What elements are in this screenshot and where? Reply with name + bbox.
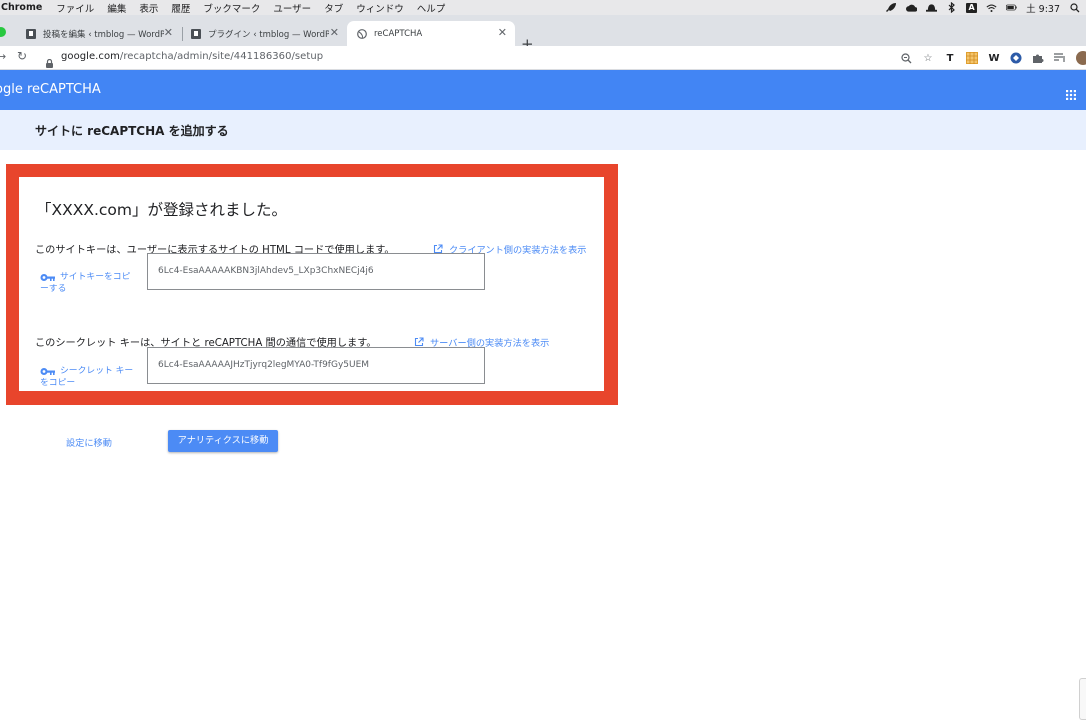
tab-plugins[interactable]: プラグイン ‹ tmblog — WordPre ✕ bbox=[181, 21, 347, 46]
back-arrow-icon[interactable]: → bbox=[0, 50, 6, 63]
tab-title: プラグイン ‹ tmblog — WordPre bbox=[208, 29, 329, 40]
rocket-icon[interactable] bbox=[886, 2, 897, 13]
keys-card: 「XXXX.com」が登録されました。 このサイトキーは、ユーザーに表示するサイ… bbox=[19, 177, 604, 391]
tab-title: reCAPTCHA bbox=[374, 28, 423, 39]
browser-toolbar: → ↻ google.com/recaptcha/admin/site/4411… bbox=[0, 46, 1086, 70]
spotlight-search-icon[interactable] bbox=[1069, 2, 1080, 13]
battery-icon[interactable] bbox=[1006, 2, 1017, 13]
copy-secret-key-button[interactable]: シークレット キー をコピー bbox=[40, 365, 140, 389]
reading-list-icon[interactable] bbox=[1054, 52, 1066, 64]
tab-recaptcha[interactable]: reCAPTCHA ✕ bbox=[347, 21, 515, 46]
menu-help[interactable]: ヘルプ bbox=[417, 1, 446, 15]
copy-secret-key-label-line2: をコピー bbox=[40, 378, 76, 388]
tab-edit-post[interactable]: 投稿を編集 ‹ tmblog — WordPre ✕ bbox=[16, 21, 181, 46]
secret-key-field[interactable]: 6Lc4-EsaAAAAAJHzTjyrq2legMYA0-Tf9fGy5UEM bbox=[147, 347, 485, 384]
extension-shield-icon[interactable] bbox=[1010, 52, 1022, 64]
menu-clock[interactable]: 土 9:37 bbox=[1026, 1, 1060, 15]
wifi-icon[interactable] bbox=[986, 2, 997, 13]
profile-avatar[interactable] bbox=[1076, 51, 1086, 65]
go-to-settings-button[interactable]: 設定に移動 bbox=[66, 435, 112, 449]
tab-title: 投稿を編集 ‹ tmblog — WordPre bbox=[43, 29, 164, 40]
toolbar-actions: ☆ T W bbox=[900, 49, 1086, 67]
globe-favicon-icon bbox=[357, 28, 367, 39]
recaptcha-logo[interactable]: ogle reCAPTCHA bbox=[0, 82, 101, 97]
wordpress-favicon-icon bbox=[26, 28, 36, 39]
extension-t-icon[interactable]: T bbox=[944, 52, 956, 64]
reload-icon[interactable]: ↻ bbox=[17, 49, 27, 63]
extension-w-icon[interactable]: W bbox=[988, 52, 1000, 64]
site-key-field[interactable]: 6Lc4-EsaAAAAAKBN3jlAhdev5_LXp3ChxNECj4j6 bbox=[147, 253, 485, 290]
key-icon bbox=[40, 274, 55, 281]
menu-people[interactable]: ユーザー bbox=[273, 1, 311, 15]
recaptcha-header: ogle reCAPTCHA bbox=[0, 70, 1086, 110]
menu-window[interactable]: ウィンドウ bbox=[356, 1, 404, 15]
input-method-icon[interactable]: A bbox=[966, 2, 978, 13]
open-in-new-icon bbox=[414, 337, 424, 347]
mac-menu-bar: Chrome ファイル 編集 表示 履歴 ブックマーク ユーザー タブ ウィンド… bbox=[0, 0, 1086, 15]
menu-edit[interactable]: 編集 bbox=[107, 1, 126, 15]
apps-grid-icon[interactable] bbox=[1066, 85, 1076, 100]
bookmark-star-icon[interactable]: ☆ bbox=[922, 52, 934, 64]
zoom-icon[interactable] bbox=[900, 52, 912, 64]
page-subheader: サイトに reCAPTCHA を追加する bbox=[0, 110, 1086, 150]
copy-site-key-button[interactable]: サイトキーをコピ ーする bbox=[40, 271, 140, 295]
page-title: サイトに reCAPTCHA を追加する bbox=[35, 124, 229, 138]
menu-view[interactable]: 表示 bbox=[139, 1, 158, 15]
close-tab-icon[interactable]: ✕ bbox=[164, 27, 173, 38]
menu-status-area: A 土 9:37 bbox=[886, 0, 1080, 15]
close-tab-icon[interactable]: ✕ bbox=[498, 27, 507, 38]
recaptcha-badge-edge[interactable] bbox=[1079, 678, 1086, 720]
copy-secret-key-label-line1: シークレット キー bbox=[60, 366, 134, 376]
menu-file[interactable]: ファイル bbox=[56, 1, 94, 15]
go-to-analytics-button[interactable]: アナリティクスに移動 bbox=[168, 430, 278, 452]
wordpress-favicon-icon bbox=[191, 28, 201, 39]
url-path: /recaptcha/admin/site/441186360/setup bbox=[119, 51, 324, 62]
registration-message: 「XXXX.com」が登録されました。 bbox=[36, 201, 288, 219]
key-icon bbox=[40, 368, 55, 375]
close-tab-icon[interactable]: ✕ bbox=[330, 27, 339, 38]
extension-grid-icon[interactable] bbox=[966, 52, 978, 64]
bluetooth-icon[interactable] bbox=[946, 2, 957, 13]
cloud-sync-icon[interactable] bbox=[906, 2, 918, 13]
lock-icon[interactable] bbox=[46, 53, 53, 68]
menu-bookmarks[interactable]: ブックマーク bbox=[203, 1, 260, 15]
menu-history[interactable]: 履歴 bbox=[171, 1, 190, 15]
url-host: google.com bbox=[61, 51, 120, 62]
highlight-frame: 「XXXX.com」が登録されました。 このサイトキーは、ユーザーに表示するサイ… bbox=[6, 164, 618, 405]
menu-app-name[interactable]: Chrome bbox=[1, 2, 42, 13]
browser-tab-strip: 投稿を編集 ‹ tmblog — WordPre ✕ プラグイン ‹ tmblo… bbox=[0, 15, 1086, 52]
copy-site-key-label-line2: ーする bbox=[40, 284, 67, 294]
hat-icon[interactable] bbox=[926, 2, 938, 13]
copy-site-key-label-line1: サイトキーをコピ bbox=[60, 272, 131, 282]
menu-tab[interactable]: タブ bbox=[324, 1, 343, 15]
window-zoom-button[interactable] bbox=[0, 27, 6, 37]
extensions-puzzle-icon[interactable] bbox=[1032, 52, 1044, 64]
address-bar[interactable]: google.com/recaptcha/admin/site/44118636… bbox=[61, 51, 323, 62]
